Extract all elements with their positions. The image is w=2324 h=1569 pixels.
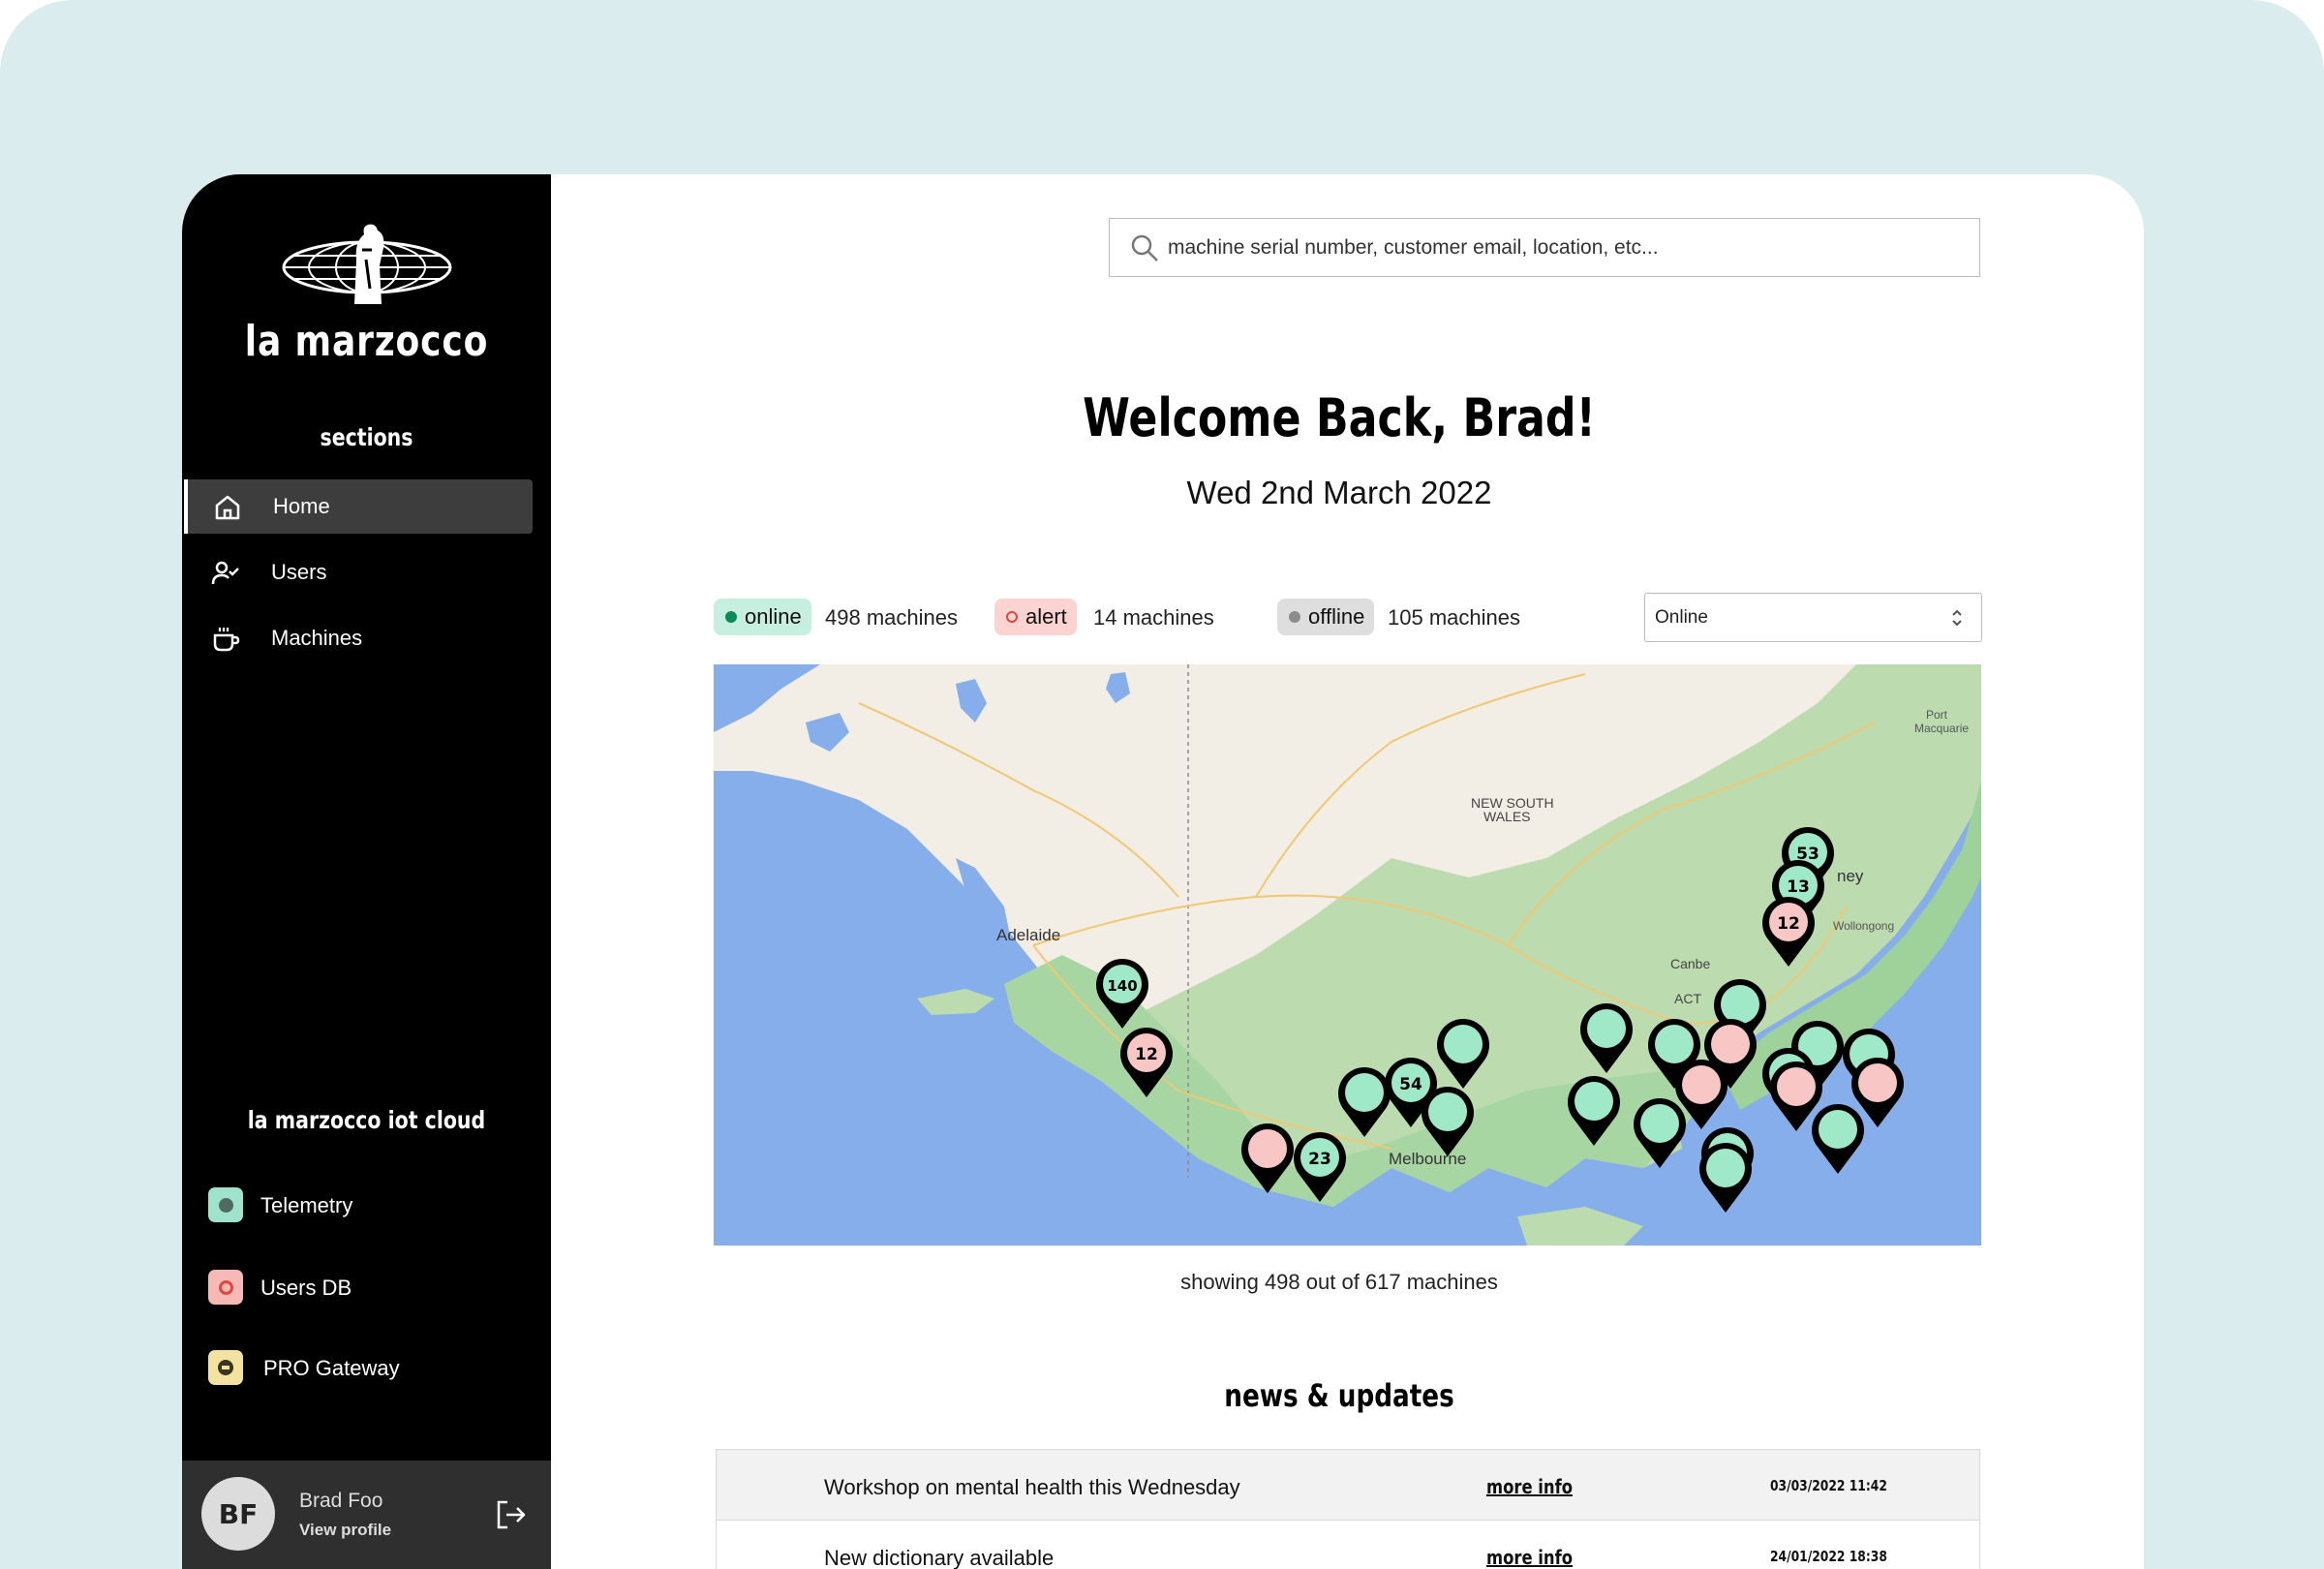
- current-date: Wed 2nd March 2022: [1186, 475, 1492, 510]
- map-canvas: Adelaide NEW SOUTH WALES Melbourne Canbe…: [714, 664, 1981, 1246]
- search-input[interactable]: [1168, 227, 1962, 269]
- profile-panel: BF Brad Foo View profile: [182, 1461, 551, 1569]
- map-pin-count: 12: [1135, 1045, 1158, 1064]
- lion-globe-logo-icon: [282, 224, 452, 304]
- home-icon: [215, 495, 240, 520]
- news-row: Workshop on mental health this Wednesday…: [716, 1449, 1980, 1521]
- online-pill[interactable]: online: [714, 599, 811, 635]
- cloud-item-label: Telemetry: [260, 1193, 353, 1217]
- sections-heading: sections: [320, 423, 413, 451]
- news-text: New dictionary available: [824, 1546, 1055, 1569]
- map-pin-count: 140: [1107, 977, 1137, 995]
- map-label-act: ACT: [1674, 991, 1701, 1006]
- map-label-wollongong: Wollongong: [1833, 919, 1894, 933]
- sidebar-item-users[interactable]: Users: [192, 545, 724, 600]
- cloud-heading: la marzocco iot cloud: [247, 1106, 486, 1134]
- sidebar-item-label: Home: [273, 494, 330, 518]
- more-info-link[interactable]: more info: [1486, 1475, 1573, 1498]
- map-label-adelaide: Adelaide: [996, 926, 1060, 944]
- news-text: Workshop on mental health this Wednesday: [824, 1475, 1240, 1499]
- cloud-item-label: PRO Gateway: [263, 1356, 400, 1380]
- news-row: New dictionary available more info 24/01…: [716, 1521, 1980, 1569]
- cloud-item-label: Users DB: [260, 1276, 352, 1300]
- online-label: online: [745, 604, 802, 629]
- device-frame: la marzocco sections Home Users Machines…: [0, 0, 2324, 1569]
- news-date: 24/01/2022 18:38: [1770, 1548, 1887, 1565]
- alert-label: alert: [1025, 604, 1067, 629]
- online-dot-icon: [725, 611, 737, 623]
- news-heading: news & updates: [1224, 1377, 1454, 1414]
- map-label-canberra: Canbe: [1670, 956, 1710, 971]
- status-filter-select[interactable]: Online: [1644, 593, 1982, 642]
- offline-dot-icon: [1289, 611, 1300, 623]
- logout-icon[interactable]: [494, 1497, 529, 1532]
- telemetry-badge-icon: [208, 1187, 243, 1222]
- brand-name: la marzocco: [244, 317, 489, 366]
- avatar[interactable]: BF: [201, 1477, 275, 1551]
- search-bar: [1109, 218, 1980, 277]
- sidebar-item-home[interactable]: Home: [184, 479, 533, 534]
- sidebar: la marzocco sections Home Users Machines…: [182, 174, 551, 1569]
- users-db-badge-icon: [208, 1270, 243, 1305]
- sidebar-item-machines[interactable]: Machines: [192, 611, 724, 665]
- offline-pill[interactable]: offline: [1277, 599, 1375, 635]
- alert-count: 14 machines: [1093, 605, 1214, 630]
- news-date: 03/03/2022 11:42: [1770, 1477, 1887, 1494]
- map-label-melbourne: Melbourne: [1389, 1150, 1466, 1168]
- pro-gateway-badge-icon: [208, 1350, 243, 1385]
- profile-name: Brad Foo: [299, 1490, 383, 1512]
- machine-map[interactable]: Adelaide NEW SOUTH WALES Melbourne Canbe…: [714, 664, 1981, 1246]
- offline-label: offline: [1308, 604, 1365, 629]
- view-profile-link[interactable]: View profile: [299, 1521, 391, 1540]
- map-pin-count: 23: [1308, 1150, 1331, 1169]
- user-check-icon: [211, 561, 239, 585]
- updown-chevron-icon: [1952, 609, 1962, 627]
- status-filter-value: Online: [1655, 607, 1708, 628]
- alert-pill[interactable]: alert: [994, 599, 1077, 635]
- map-label-sydney: ney: [1837, 867, 1864, 885]
- map-pin-count: 13: [1787, 877, 1810, 897]
- map-label-port-macquarie-1: Port: [1926, 708, 1948, 722]
- alert-dot-icon: [1006, 611, 1018, 623]
- more-info-link[interactable]: more info: [1486, 1546, 1573, 1569]
- sidebar-item-label: Machines: [271, 626, 363, 650]
- news-table: Workshop on mental health this Wednesday…: [716, 1449, 1980, 1569]
- map-pin-count: 54: [1399, 1075, 1422, 1094]
- online-count: 498 machines: [825, 605, 958, 630]
- search-icon: [1131, 234, 1158, 262]
- app-window: la marzocco sections Home Users Machines…: [182, 174, 2144, 1569]
- map-label-nsw-2: WALES: [1483, 809, 1531, 824]
- coffee-cup-icon: [213, 628, 240, 652]
- sidebar-item-label: Users: [271, 560, 327, 584]
- map-caption: showing 498 out of 617 machines: [1180, 1270, 1498, 1294]
- map-pin-count: 12: [1777, 914, 1800, 934]
- map-label-port-macquarie-2: Macquarie: [1914, 722, 1969, 735]
- page-title: Welcome Back, Brad!: [1083, 387, 1596, 448]
- offline-count: 105 machines: [1388, 605, 1520, 630]
